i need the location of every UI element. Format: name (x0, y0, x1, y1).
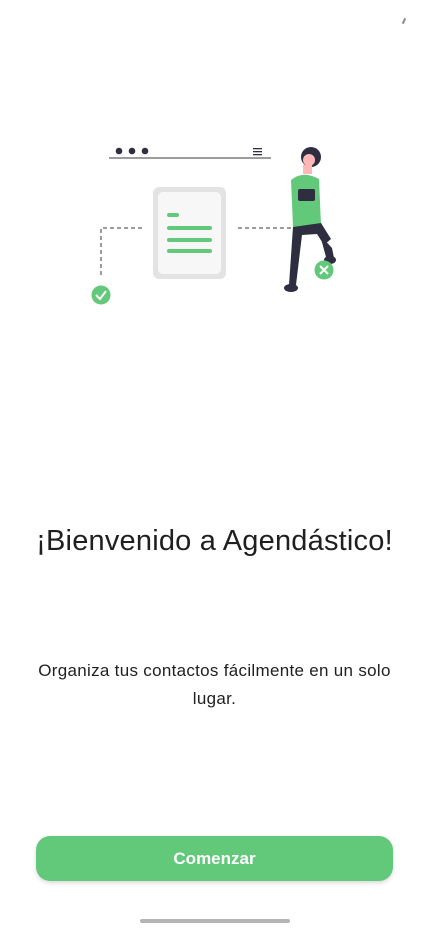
welcome-illustration (91, 147, 336, 305)
check-circle-icon (91, 285, 111, 305)
document-icon (153, 187, 226, 279)
status-bar-indicator (401, 17, 407, 25)
welcome-subtitle: Organiza tus contactos fácilmente en un … (38, 661, 391, 708)
home-indicator[interactable] (140, 919, 290, 923)
start-button[interactable]: Comenzar (36, 836, 393, 881)
close-circle-icon (314, 260, 334, 280)
welcome-title: ¡Bienvenido a Agendástico! (36, 525, 393, 557)
menu-icon (253, 148, 262, 156)
window-header (109, 147, 271, 159)
welcome-screen: ¡Bienvenido a Agendástico! Organiza tus … (0, 0, 429, 930)
